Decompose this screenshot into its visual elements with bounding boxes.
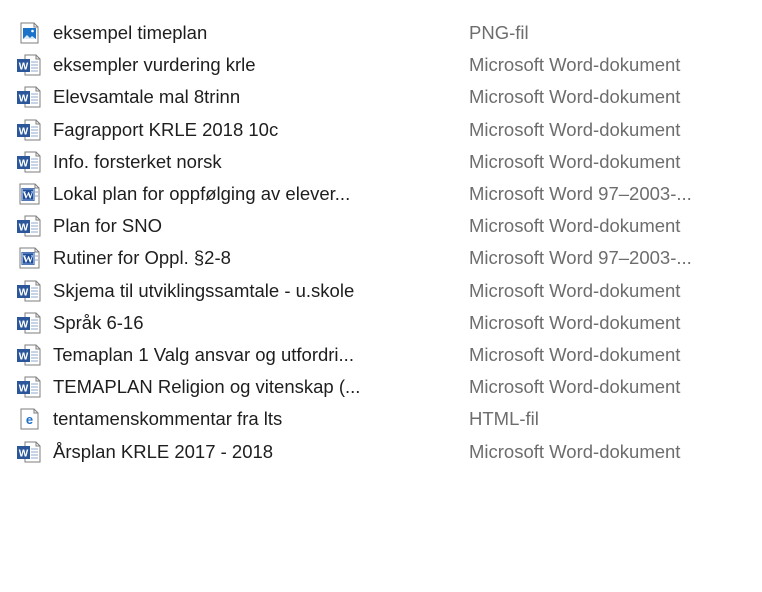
file-row[interactable]: W Temaplan 1 Valg ansvar og utfordri... … [0,339,762,371]
svg-text:W: W [19,158,29,169]
file-name: TEMAPLAN Religion og vitenskap (... [53,376,361,398]
word-docx-icon: W [16,118,42,142]
file-list: eksempel timeplan PNG-fil W eksempler vu… [0,0,762,592]
svg-text:W: W [19,384,29,395]
word-docx-icon: W [16,214,42,238]
word-docx-icon: W [16,150,42,174]
file-row[interactable]: W TEMAPLAN Religion og vitenskap (... Mi… [0,371,762,403]
file-type: Microsoft Word-dokument [469,440,681,462]
word-docx-icon: W [16,53,42,77]
svg-text:W: W [19,448,29,459]
file-type: PNG-fil [469,22,529,44]
file-row[interactable]: W Årsplan KRLE 2017 - 2018 Microsoft Wor… [0,435,762,467]
svg-text:W: W [19,351,29,362]
svg-text:W: W [19,319,29,330]
word-doc-97-icon: W [16,182,42,206]
file-name: eksempel timeplan [53,22,208,44]
word-docx-icon: W [16,440,42,464]
file-type: Microsoft Word-dokument [469,343,681,365]
file-name: Fagrapport KRLE 2018 10c [53,118,279,140]
file-type: Microsoft Word-dokument [469,279,681,301]
file-row[interactable]: W Rutiner for Oppl. §2-8 Microsoft Word … [0,242,762,274]
svg-text:W: W [19,287,29,298]
file-type: Microsoft Word-dokument [469,376,681,398]
file-type: Microsoft Word-dokument [469,150,681,172]
file-name: eksempler vurdering krle [53,54,256,76]
html-file-icon: e [16,407,42,431]
file-name: tentamenskommentar fra lts [53,408,283,430]
svg-text:W: W [23,190,34,202]
svg-text:W: W [19,126,29,137]
file-row[interactable]: e tentamenskommentar fra lts HTML-fil [0,403,762,435]
word-docx-icon: W [16,343,42,367]
file-name: Rutiner for Oppl. §2-8 [53,247,231,269]
file-type: HTML-fil [469,408,539,430]
word-docx-icon: W [16,279,42,303]
file-row[interactable]: eksempel timeplan PNG-fil [0,17,762,49]
file-row[interactable]: W Skjema til utviklingssamtale - u.skole… [0,275,762,307]
file-name: Elevsamtale mal 8trinn [53,86,241,108]
file-row[interactable]: W eksempler vurdering krle Microsoft Wor… [0,49,762,81]
word-docx-icon: W [16,375,42,399]
word-docx-icon: W [16,85,42,109]
svg-text:W: W [19,62,29,73]
file-row[interactable]: W Elevsamtale mal 8trinn Microsoft Word-… [0,81,762,113]
file-name: Temaplan 1 Valg ansvar og utfordri... [53,343,354,365]
file-type: Microsoft Word 97–2003-... [469,183,692,205]
file-type: Microsoft Word-dokument [469,118,681,140]
file-name: Lokal plan for oppfølging av elever... [53,183,351,205]
svg-text:e: e [26,412,33,427]
word-docx-icon: W [16,311,42,335]
file-name: Plan for SNO [53,215,162,237]
file-type: Microsoft Word-dokument [469,215,681,237]
file-type: Microsoft Word-dokument [469,86,681,108]
svg-text:W: W [19,223,29,234]
svg-text:W: W [19,94,29,105]
word-doc-97-icon: W [16,246,42,270]
file-type: Microsoft Word-dokument [469,311,681,333]
file-row[interactable]: W Lokal plan for oppfølging av elever...… [0,178,762,210]
file-name: Skjema til utviklingssamtale - u.skole [53,279,355,301]
file-name: Årsplan KRLE 2017 - 2018 [53,440,274,462]
file-row[interactable]: W Språk 6-16 Microsoft Word-dokument [0,307,762,339]
file-row[interactable]: W Plan for SNO Microsoft Word-dokument [0,210,762,242]
file-name: Info. forsterket norsk [53,150,222,172]
file-name: Språk 6-16 [53,311,144,333]
image-file-icon [16,21,42,45]
file-row[interactable]: W Fagrapport KRLE 2018 10c Microsoft Wor… [0,114,762,146]
svg-text:W: W [23,254,34,266]
file-type: Microsoft Word 97–2003-... [469,247,692,269]
file-row[interactable]: W Info. forsterket norsk Microsoft Word-… [0,146,762,178]
file-type: Microsoft Word-dokument [469,54,681,76]
